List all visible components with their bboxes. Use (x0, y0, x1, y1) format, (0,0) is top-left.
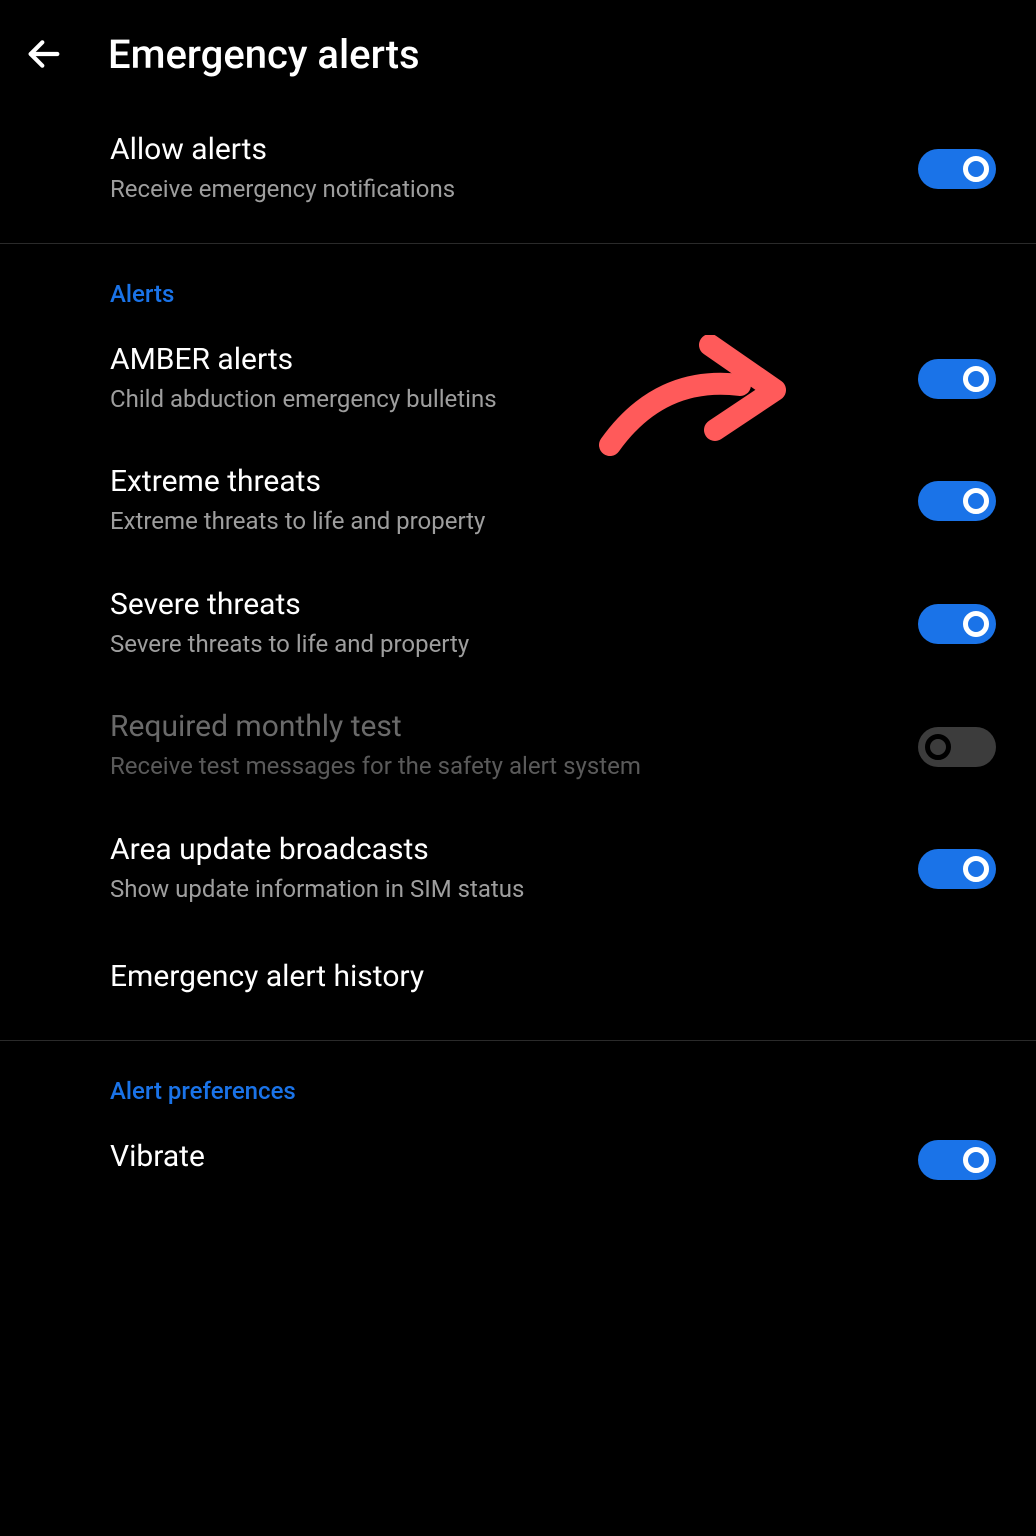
vibrate-row[interactable]: Vibrate (0, 1115, 1036, 1205)
toggle-knob-icon (963, 488, 989, 514)
severe-threats-subtitle: Severe threats to life and property (110, 628, 898, 662)
vibrate-title: Vibrate (110, 1139, 898, 1174)
amber-alerts-subtitle: Child abduction emergency bulletins (110, 383, 898, 417)
monthly-test-title: Required monthly test (110, 709, 898, 744)
area-broadcasts-text: Area update broadcasts Show update infor… (110, 832, 918, 907)
toggle-knob-icon (963, 156, 989, 182)
page-title: Emergency alerts (108, 31, 420, 78)
amber-alerts-text: AMBER alerts Child abduction emergency b… (110, 342, 918, 417)
area-broadcasts-row[interactable]: Area update broadcasts Show update infor… (0, 808, 1036, 931)
allow-alerts-toggle[interactable] (918, 149, 996, 189)
toggle-knob-icon (963, 856, 989, 882)
monthly-test-toggle (918, 727, 996, 767)
monthly-test-text: Required monthly test Receive test messa… (110, 709, 918, 784)
monthly-test-row: Required monthly test Receive test messa… (0, 685, 1036, 808)
toggle-knob-icon (925, 734, 951, 760)
monthly-test-subtitle: Receive test messages for the safety ale… (110, 750, 898, 784)
toggle-knob-icon (963, 611, 989, 637)
preferences-section-header: Alert preferences (0, 1041, 1036, 1115)
extreme-threats-text: Extreme threats Extreme threats to life … (110, 464, 918, 539)
toggle-knob-icon (963, 1147, 989, 1173)
extreme-threats-row[interactable]: Extreme threats Extreme threats to life … (0, 440, 1036, 563)
severe-threats-toggle[interactable] (918, 604, 996, 644)
allow-alerts-subtitle: Receive emergency notifications (110, 173, 898, 207)
back-button[interactable] (20, 30, 68, 78)
severe-threats-text: Severe threats Severe threats to life an… (110, 587, 918, 662)
amber-alerts-toggle[interactable] (918, 359, 996, 399)
vibrate-text: Vibrate (110, 1139, 918, 1180)
amber-alerts-row[interactable]: AMBER alerts Child abduction emergency b… (0, 318, 1036, 441)
area-broadcasts-subtitle: Show update information in SIM status (110, 873, 898, 907)
severe-threats-row[interactable]: Severe threats Severe threats to life an… (0, 563, 1036, 686)
extreme-threats-subtitle: Extreme threats to life and property (110, 505, 898, 539)
alert-history-title: Emergency alert history (110, 959, 976, 994)
arrow-left-icon (24, 34, 64, 74)
vibrate-toggle[interactable] (918, 1140, 996, 1180)
alerts-section-header: Alerts (0, 244, 1036, 318)
alert-history-row[interactable]: Emergency alert history (0, 931, 1036, 1028)
page-header: Emergency alerts (0, 0, 1036, 108)
area-broadcasts-toggle[interactable] (918, 849, 996, 889)
extreme-threats-title: Extreme threats (110, 464, 898, 499)
allow-alerts-text: Allow alerts Receive emergency notificat… (110, 132, 918, 207)
extreme-threats-toggle[interactable] (918, 481, 996, 521)
allow-alerts-row[interactable]: Allow alerts Receive emergency notificat… (0, 108, 1036, 231)
area-broadcasts-title: Area update broadcasts (110, 832, 898, 867)
amber-alerts-title: AMBER alerts (110, 342, 898, 377)
severe-threats-title: Severe threats (110, 587, 898, 622)
allow-alerts-title: Allow alerts (110, 132, 898, 167)
alert-history-text: Emergency alert history (110, 959, 996, 1000)
toggle-knob-icon (963, 366, 989, 392)
